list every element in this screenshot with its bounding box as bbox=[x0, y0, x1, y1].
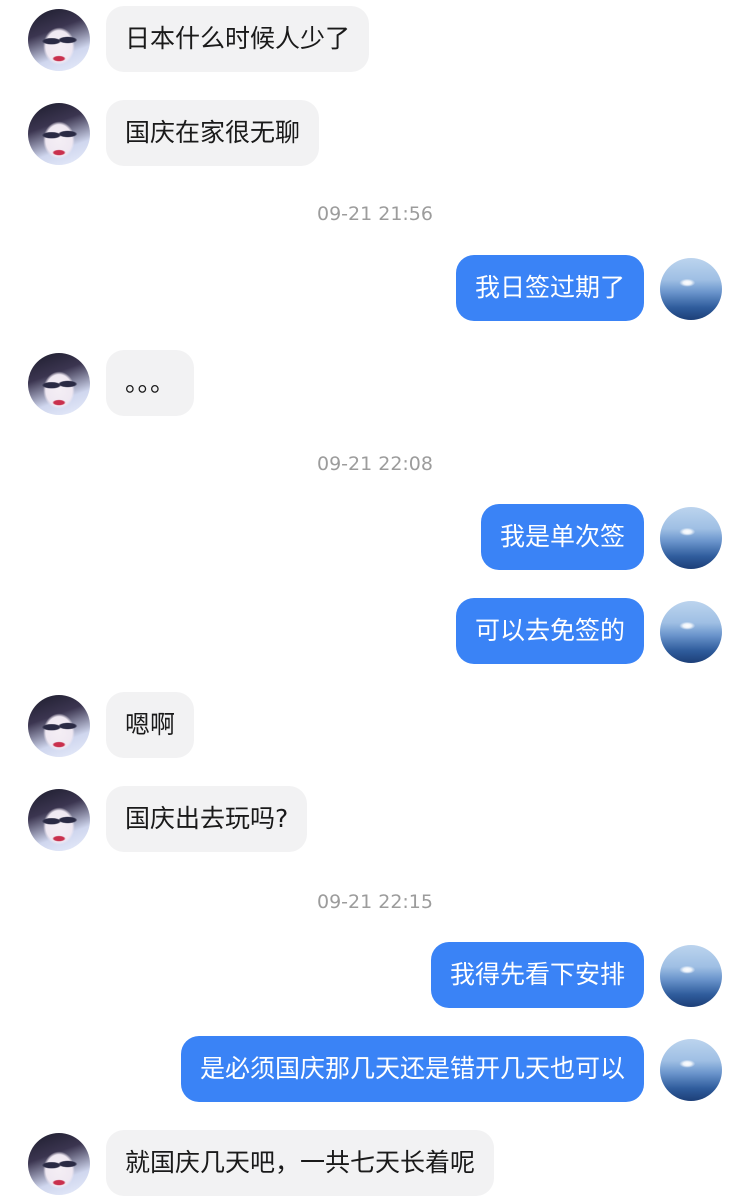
incoming-message: 嗯啊 bbox=[0, 692, 750, 758]
message-bubble[interactable]: 嗯啊 bbox=[106, 692, 195, 758]
message-bubble[interactable]: 国庆出去玩吗? bbox=[106, 786, 308, 852]
self-avatar[interactable] bbox=[660, 258, 722, 320]
message-bubble[interactable]: 我是单次签 bbox=[480, 504, 644, 570]
contact-avatar[interactable] bbox=[28, 353, 90, 415]
outgoing-message: 可以去免签的 bbox=[0, 598, 750, 664]
self-avatar[interactable] bbox=[660, 945, 722, 1007]
timestamp: 09-21 21:56 bbox=[316, 203, 433, 225]
outgoing-message: 是必须国庆那几天还是错开几天也可以 bbox=[0, 1036, 750, 1102]
timestamp: 09-21 22:15 bbox=[316, 891, 433, 913]
incoming-message: 。。。 bbox=[0, 350, 750, 416]
contact-avatar[interactable] bbox=[28, 1133, 90, 1195]
incoming-message: 国庆出去玩吗? bbox=[0, 786, 750, 852]
self-avatar[interactable] bbox=[660, 601, 722, 663]
incoming-message: 国庆在家很无聊 bbox=[0, 100, 750, 166]
outgoing-message: 我是单次签 bbox=[0, 504, 750, 570]
incoming-message: 日本什么时候人少了 bbox=[0, 6, 750, 72]
message-bubble[interactable]: 是必须国庆那几天还是错开几天也可以 bbox=[180, 1036, 644, 1102]
contact-avatar[interactable] bbox=[28, 695, 90, 757]
self-avatar[interactable] bbox=[660, 1039, 722, 1101]
contact-avatar[interactable] bbox=[28, 103, 90, 165]
chat-message-list[interactable]: 日本什么时候人少了 国庆在家很无聊 09-21 21:56 我日签过期了。。。 09-2… bbox=[0, 0, 750, 1200]
timestamp: 09-21 22:08 bbox=[316, 453, 433, 475]
contact-avatar[interactable] bbox=[28, 789, 90, 851]
message-bubble[interactable]: 就国庆几天吧，一共七天长着呢 bbox=[106, 1130, 495, 1196]
message-bubble[interactable]: 可以去免签的 bbox=[455, 598, 644, 664]
message-bubble[interactable]: 国庆在家很无聊 bbox=[106, 100, 320, 166]
incoming-message: 就国庆几天吧，一共七天长着呢 bbox=[0, 1130, 750, 1196]
self-avatar[interactable] bbox=[660, 507, 722, 569]
message-bubble[interactable]: 我得先看下安排 bbox=[430, 942, 644, 1008]
outgoing-message: 我日签过期了 bbox=[0, 255, 750, 321]
message-bubble[interactable]: 日本什么时候人少了 bbox=[106, 6, 370, 72]
contact-avatar[interactable] bbox=[28, 9, 90, 71]
message-bubble[interactable]: 。。。 bbox=[106, 350, 195, 416]
outgoing-message: 我得先看下安排 bbox=[0, 942, 750, 1008]
message-bubble[interactable]: 我日签过期了 bbox=[455, 255, 644, 321]
